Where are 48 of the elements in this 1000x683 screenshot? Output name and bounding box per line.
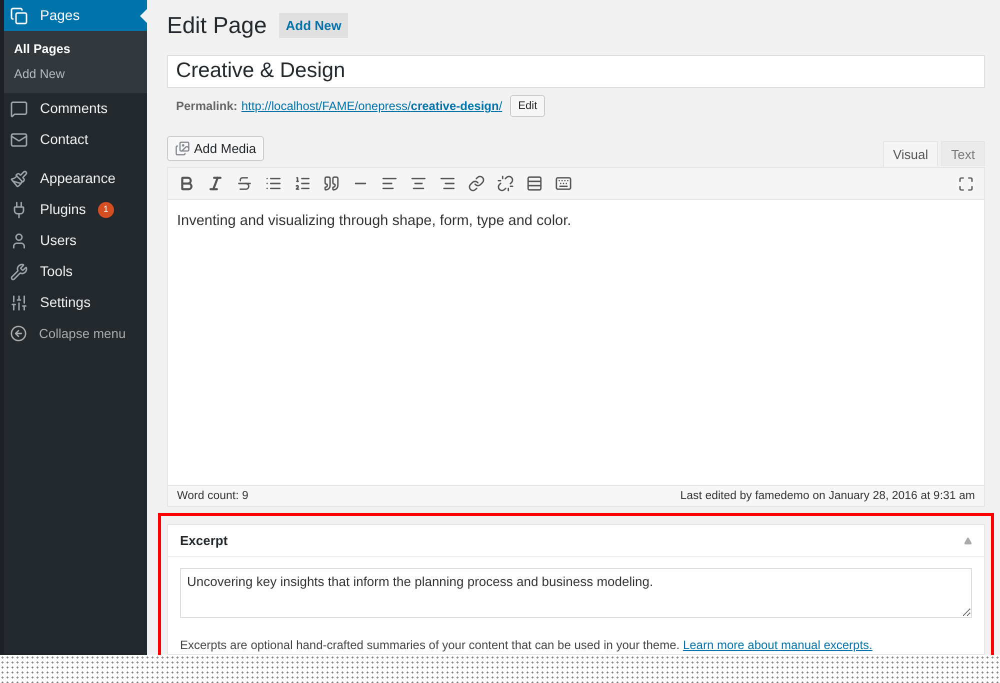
collapse-menu-item[interactable]: Collapse menu: [4, 318, 147, 349]
last-edited-text: Last edited by famedemo on January 28, 2016 at 9:31 am: [680, 488, 975, 504]
bold-icon[interactable]: [178, 175, 195, 192]
quote-icon[interactable]: [323, 175, 340, 192]
excerpt-heading: Excerpt: [180, 532, 228, 550]
envelope-icon: [10, 130, 28, 148]
editor-tab[interactable]: Visual: [882, 141, 938, 168]
strikethrough-icon[interactable]: [236, 175, 253, 192]
add-media-button[interactable]: Add Media: [167, 136, 264, 162]
sidebar-item[interactable]: Users: [4, 225, 147, 256]
sidebar-item[interactable]: Comments: [4, 93, 147, 124]
fullscreen-icon[interactable]: [958, 176, 974, 192]
learn-more-link[interactable]: Learn more about manual excerpts.: [682, 638, 872, 652]
read-more-icon[interactable]: [526, 175, 543, 192]
current-page-pointer: [140, 9, 147, 23]
sidebar-item[interactable]: Pages: [4, 0, 147, 31]
editor-tab[interactable]: Text: [941, 141, 985, 166]
speech-bubble-icon: [10, 100, 28, 118]
italic-icon[interactable]: [207, 175, 224, 192]
paintbrush-icon: [10, 170, 28, 188]
permalink-link[interactable]: http://localhost/FAME/onepress/creative-design/: [241, 97, 502, 116]
media-icon: [175, 141, 190, 156]
title-field[interactable]: Creative & Design: [167, 54, 985, 88]
link-icon[interactable]: [468, 175, 485, 192]
sliders-icon: [10, 294, 28, 312]
person-icon: [10, 232, 28, 250]
sidebar-item[interactable]: Tools: [4, 256, 147, 287]
page-title: Edit Page: [167, 11, 267, 40]
excerpt-field[interactable]: Uncovering key insights that inform the planning process and business modeling.: [180, 568, 972, 618]
sidebar-item[interactable]: Appearance: [4, 163, 147, 194]
sidebar-item[interactable]: Plugins 1: [4, 194, 147, 225]
submenu-item[interactable]: All Pages: [4, 37, 147, 62]
permalink-label: Permalink:: [176, 98, 238, 116]
unlink-icon[interactable]: [497, 175, 514, 192]
numbered-list-icon[interactable]: [294, 175, 311, 192]
update-count-badge: 1: [98, 202, 114, 218]
edit-permalink-button[interactable]: Edit: [510, 94, 546, 118]
word-count: Word count: 9: [177, 488, 248, 504]
editor-content[interactable]: Inventing and visualizing through shape, form, type and color.: [167, 200, 985, 486]
collapse-icon: [10, 325, 27, 342]
submenu-item[interactable]: Add New: [4, 62, 147, 87]
toolbar-toggle-icon[interactable]: [555, 175, 572, 192]
sidebar-item[interactable]: Contact: [4, 124, 147, 155]
add-new-button[interactable]: Add New: [278, 12, 348, 38]
pages-icon: [10, 6, 28, 24]
excerpt-help-text: Excerpts are optional hand-crafted summaries of your content that can be used in your theme. Learn more about manual excerpts.: [180, 637, 874, 654]
sidebar-item[interactable]: Settings: [4, 287, 147, 318]
wrench-icon: [10, 262, 28, 280]
